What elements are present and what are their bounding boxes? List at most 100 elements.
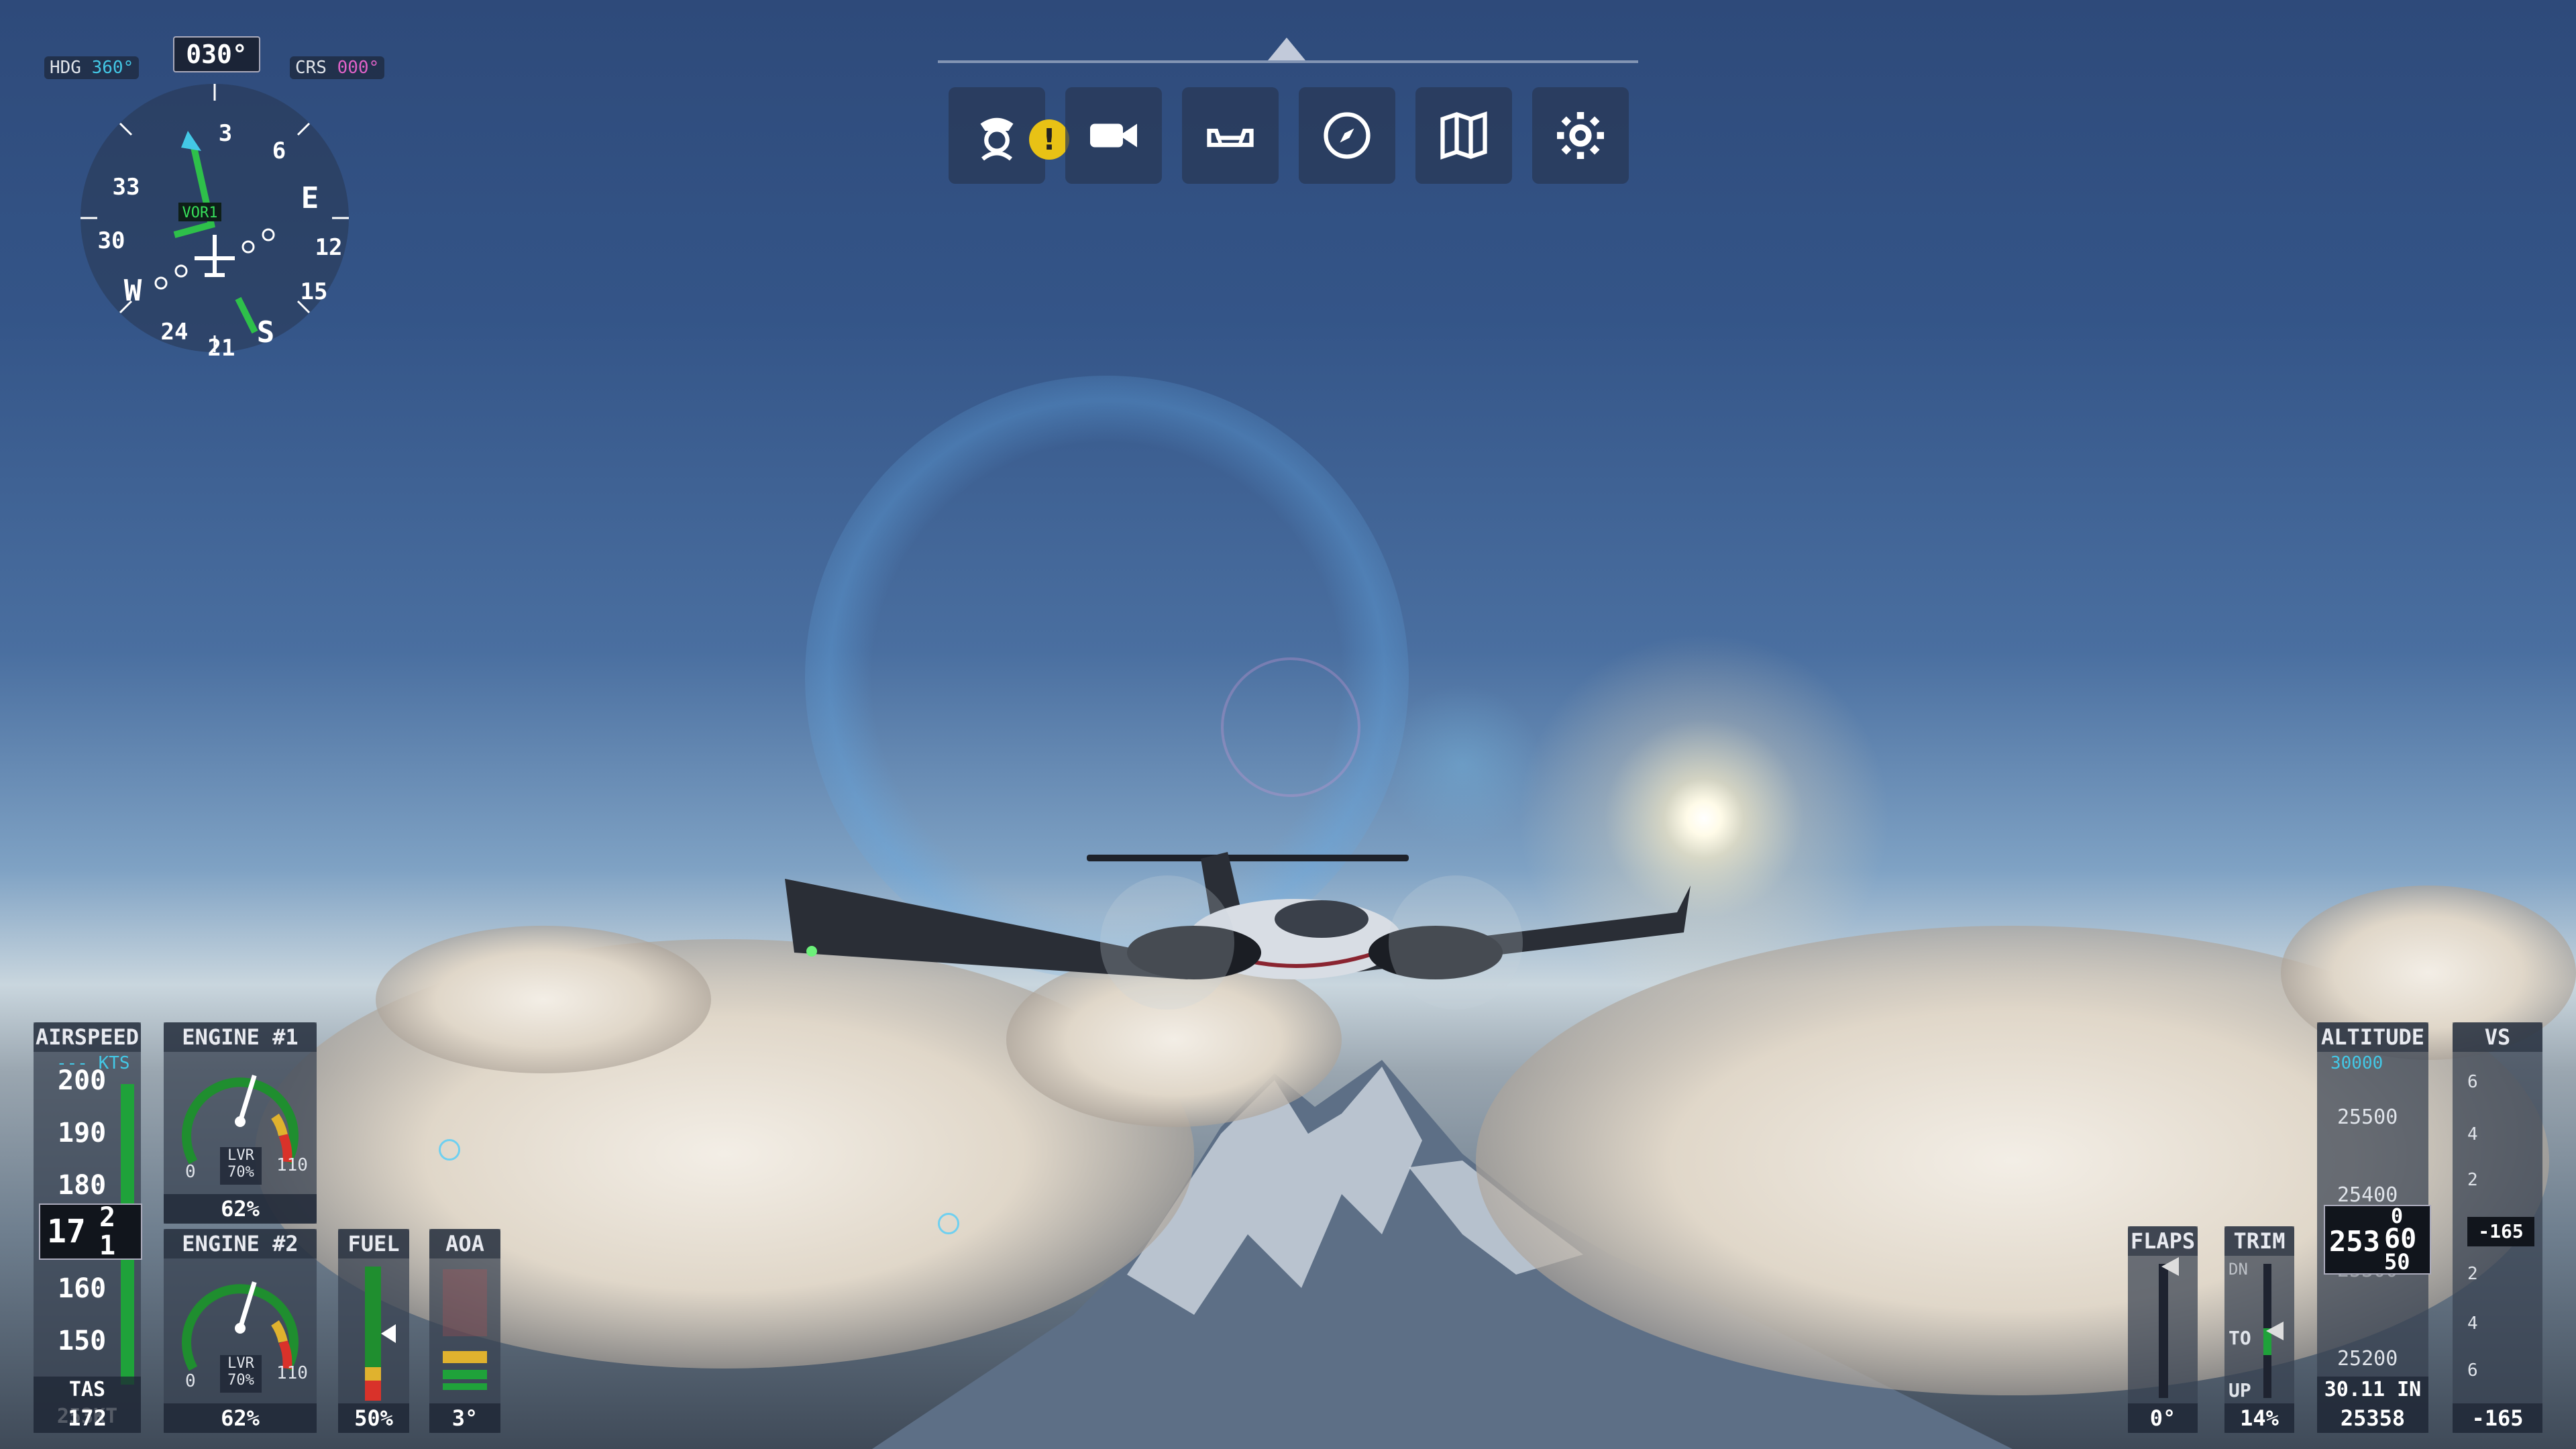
gear-icon (1557, 112, 1604, 159)
card-label: 12 (315, 234, 343, 261)
map-icon (1440, 111, 1487, 160)
airspeed-tick: 150 (58, 1326, 107, 1356)
engine1-min: 0 (185, 1162, 196, 1182)
toolbar-rail (938, 60, 1638, 63)
vs-tick: 4 (2467, 1124, 2478, 1144)
trim-up-label: UP (2229, 1379, 2251, 1401)
airspeed-tick: 160 (58, 1273, 107, 1304)
card-label: W (124, 274, 142, 308)
map-button[interactable] (1415, 87, 1512, 184)
card-label: 15 (301, 278, 328, 305)
altitude-value: 25358 (2317, 1403, 2428, 1433)
altitude-bug: 30000 (2330, 1053, 2383, 1073)
pilot-button[interactable]: ! (949, 87, 1069, 184)
fuel-value: 50% (338, 1403, 409, 1433)
engine2-lever-box: LVR 70% (220, 1355, 262, 1393)
airspeed-panel: AIRSPEED --- KTS 200 190 180 160 150 17 … (34, 1022, 142, 1433)
nav-source: VOR1 (182, 205, 218, 221)
heading-indicator: HDG 360° CRS 000° 030° 3 6 E 12 15 S 21 … (40, 34, 389, 362)
card-label: 24 (161, 319, 189, 345)
flaps-value: 0° (2128, 1403, 2198, 1433)
engine2-title: ENGINE #2 (164, 1229, 317, 1258)
card-label: 6 (272, 138, 286, 164)
navigation-button[interactable] (1299, 87, 1395, 184)
card-label: E (301, 181, 319, 215)
engine2-panel: ENGINE #2 0 110 LVR 70% 62% (164, 1229, 317, 1433)
card-label: 30 (98, 227, 125, 254)
trim-to-label: TO (2229, 1327, 2251, 1349)
flaps-title: FLAPS (2128, 1226, 2198, 1256)
engine2-min: 0 (185, 1371, 196, 1391)
trim-pointer[interactable] (2266, 1322, 2284, 1340)
airspeed-readout: 17 2 1 (39, 1202, 142, 1261)
alert-badge: ! (1029, 119, 1069, 160)
engine1-lvr-label: LVR (227, 1147, 254, 1164)
engine1-lever-box: LVR 70% (220, 1147, 262, 1185)
altitude-tick: 25200 (2337, 1347, 2398, 1371)
aircraft (785, 852, 1690, 1010)
trim-panel: TRIM DN TO UP 14% (2224, 1226, 2294, 1433)
altitude-title: ALTITUDE (2317, 1022, 2428, 1052)
vs-panel: VS 6 4 2 2 4 6 -165 -165 (2453, 1022, 2542, 1433)
aoa-panel: AOA 3° (429, 1229, 500, 1433)
aoa-scale (443, 1269, 487, 1403)
heading-readout: 030° (173, 36, 260, 72)
altitude-readout: 253 0 60 50 (2324, 1205, 2431, 1275)
settings-button[interactable] (1532, 87, 1629, 184)
engine2-lvr-label: LVR (227, 1355, 254, 1372)
cockpit-view-icon (1207, 128, 1254, 148)
compass-card: 3 6 E 12 15 S 21 24 W 30 33 VOR1 (80, 84, 349, 362)
vs-title: VS (2453, 1022, 2542, 1052)
card-label: 33 (113, 174, 140, 201)
waypoint-marker (439, 1139, 460, 1161)
airspeed-major: 17 (47, 1213, 86, 1250)
fuel-panel: FUEL 50% (338, 1229, 409, 1433)
waypoint-marker (938, 1213, 959, 1234)
baro-setting[interactable]: 30.11 IN (2317, 1377, 2428, 1403)
flaps-panel: FLAPS 0° (2128, 1226, 2198, 1433)
card-label: S (257, 315, 275, 350)
engine2-value: 62% (164, 1403, 317, 1433)
cloud-left-top (376, 926, 711, 1073)
engine1-value: 62% (164, 1194, 317, 1224)
altitude-roll-lower: 50 (2384, 1249, 2410, 1275)
vs-tick: 6 (2467, 1072, 2478, 1092)
camera-button[interactable] (1065, 87, 1162, 184)
fuel-bar-track (365, 1267, 381, 1401)
engine1-panel: ENGINE #1 0 110 LVR 70% 62% (164, 1022, 317, 1224)
engine2-max: 110 (276, 1363, 308, 1383)
aoa-title: AOA (429, 1229, 500, 1258)
lens-flare-ring (1221, 657, 1360, 797)
fuel-level-pointer (381, 1324, 396, 1343)
trim-dn-label: DN (2229, 1260, 2248, 1279)
flaps-lever[interactable] (2161, 1257, 2179, 1276)
airspeed-tick: 190 (58, 1118, 107, 1148)
vs-tick: 2 (2467, 1264, 2478, 1284)
compass-icon (1324, 112, 1371, 159)
toolbar-collapse-handle[interactable] (1268, 38, 1305, 60)
airspeed-value: 172 (34, 1403, 141, 1433)
trim-title: TRIM (2224, 1226, 2294, 1256)
engine2-lvr-value: 70% (227, 1372, 254, 1389)
airspeed-tick: 180 (58, 1170, 107, 1201)
fuel-title: FUEL (338, 1229, 409, 1258)
vs-value: -165 (2453, 1403, 2542, 1433)
engine1-title: ENGINE #1 (164, 1022, 317, 1052)
vs-tick: 4 (2467, 1313, 2478, 1334)
tas-readout: TAS 253KT (34, 1377, 141, 1428)
engine1-max: 110 (276, 1155, 308, 1175)
altitude-panel: ALTITUDE 30000 25500 25400 25300 25200 2… (2317, 1022, 2431, 1433)
altitude-tick: 25400 (2337, 1183, 2398, 1207)
cockpit-view-button[interactable] (1182, 87, 1279, 184)
vs-tick: 2 (2467, 1170, 2478, 1190)
airspeed-tick: 200 (58, 1065, 107, 1096)
airspeed-roll-lower: 1 (99, 1230, 116, 1261)
airspeed-roll-upper: 2 (99, 1202, 116, 1233)
vs-readout: -165 (2467, 1217, 2534, 1246)
altitude-major: 253 (2329, 1225, 2380, 1258)
altitude-tick: 25500 (2337, 1106, 2398, 1129)
pilot-icon (980, 117, 1014, 161)
top-toolbar: ! (938, 38, 1638, 185)
camera-icon (1090, 123, 1137, 148)
card-label: 21 (208, 335, 235, 362)
